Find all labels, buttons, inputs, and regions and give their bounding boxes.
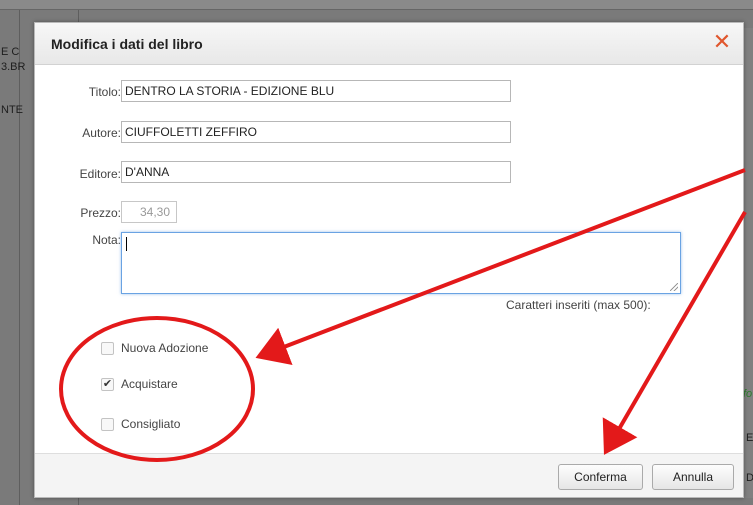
resize-grip-icon[interactable]: [670, 283, 678, 291]
checkbox-label[interactable]: Nuova Adozione: [121, 341, 208, 355]
dialog-footer: Conferma Annulla: [35, 453, 743, 497]
prezzo-label: Prezzo:: [80, 206, 121, 220]
background-topbar: [0, 0, 753, 10]
autore-label: Autore:: [82, 126, 121, 140]
checkbox-label[interactable]: Consigliato: [121, 417, 180, 431]
editore-label: Editore:: [79, 167, 121, 181]
cancel-button[interactable]: Annulla: [652, 464, 734, 490]
edit-book-dialog: Modifica i dati del libro ✕ Titolo: DENT…: [34, 22, 744, 498]
background-text: fo: [743, 388, 753, 400]
background-text: E C: [1, 46, 20, 58]
checkbox-box[interactable]: [101, 418, 114, 431]
background-text: 3.BR: [1, 61, 26, 73]
background-text: D: [746, 472, 753, 484]
char-counter: Caratteri inseriti (max 500):: [506, 298, 651, 312]
titolo-input[interactable]: DENTRO LA STORIA - EDIZIONE BLU: [121, 80, 511, 102]
autore-input[interactable]: CIUFFOLETTI ZEFFIRO: [121, 121, 511, 143]
background-column-divider: [19, 10, 20, 505]
background-text: NTE: [1, 104, 23, 116]
confirm-button[interactable]: Conferma: [558, 464, 643, 490]
editore-input[interactable]: D'ANNA: [121, 161, 511, 183]
checkmark-icon[interactable]: ✔: [101, 378, 114, 391]
prezzo-input[interactable]: 34,30: [121, 201, 177, 223]
checkbox-label[interactable]: Acquistare: [121, 377, 178, 391]
text-caret: [126, 237, 127, 251]
background-text: E: [746, 432, 753, 444]
checkbox-box[interactable]: [101, 342, 114, 355]
dialog-title: Modifica i dati del libro: [51, 36, 203, 52]
close-icon[interactable]: ✕: [711, 31, 733, 53]
dialog-titlebar[interactable]: Modifica i dati del libro ✕: [35, 23, 743, 65]
titolo-label: Titolo:: [88, 85, 121, 99]
nota-label: Nota:: [92, 233, 121, 247]
nota-textarea[interactable]: [121, 232, 681, 294]
